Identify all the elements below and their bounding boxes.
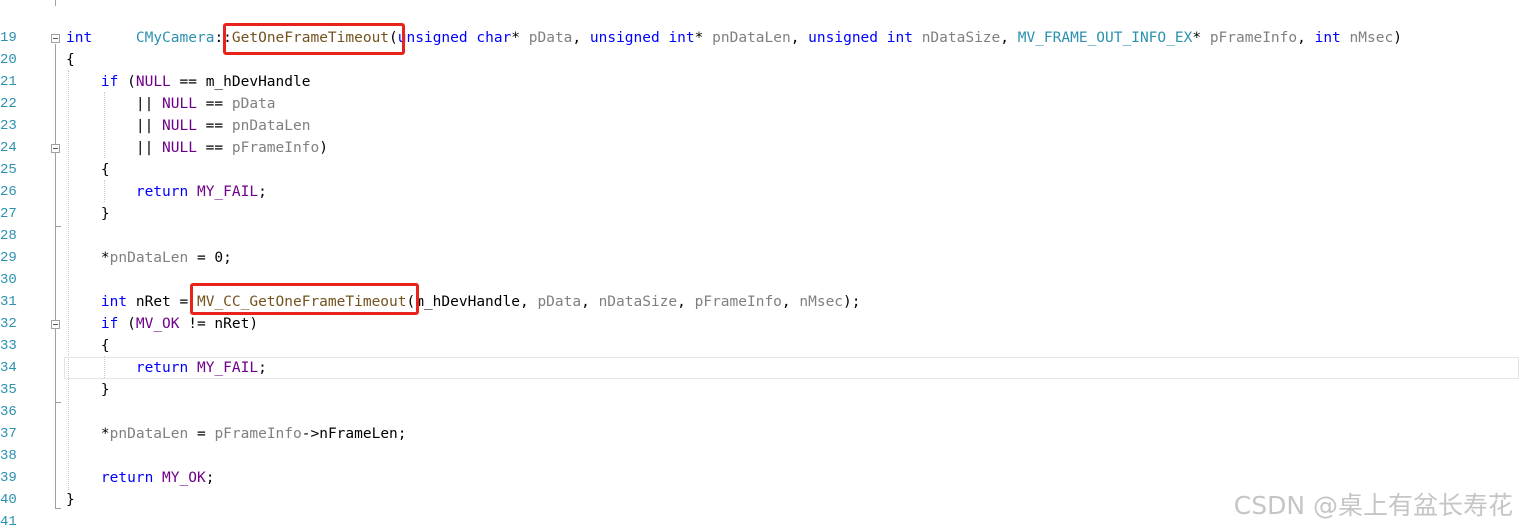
- fold-toggle-icon[interactable]: [51, 144, 60, 153]
- code-line[interactable]: 34 {: [0, 335, 110, 376]
- code-editor[interactable]: 19 20 int CMyCamera::GetOneFrameTimeout(…: [0, 0, 1519, 530]
- code-text: }: [66, 382, 110, 398]
- code-line[interactable]: 42: [0, 511, 35, 530]
- code-line[interactable]: 39: [0, 445, 35, 486]
- code-line[interactable]: 24 || NULL == pnDataLen: [0, 115, 310, 156]
- code-line[interactable]: 40 return MY_OK;: [0, 467, 214, 508]
- code-text: *pnDataLen = 0;: [66, 250, 232, 266]
- annotation-box-sdk-call: [190, 283, 419, 315]
- code-line[interactable]: 33 if (MV_OK != nRet): [0, 313, 258, 354]
- code-line[interactable]: 37: [0, 401, 35, 442]
- code-text: return MY_FAIL;: [135, 360, 267, 376]
- fold-gutter-tick: [55, 226, 61, 227]
- code-line[interactable]: 30 *pnDataLen = 0;: [0, 247, 232, 288]
- code-text: || NULL == pnDataLen: [66, 118, 311, 134]
- code-text: }: [66, 206, 110, 222]
- code-text: {: [66, 162, 110, 178]
- code-line[interactable]: 21 {: [0, 49, 75, 90]
- code-line[interactable]: 35 return MY_FAIL;: [0, 357, 267, 398]
- code-text: {: [66, 338, 110, 354]
- code-text: return MY_OK;: [100, 470, 215, 486]
- code-text: int nRet = MV_CC_GetOneFrameTimeout(m_hD…: [100, 294, 861, 310]
- watermark: CSDN @桌上有盆长寿花: [1233, 491, 1513, 520]
- fold-gutter-line: [55, 44, 56, 509]
- code-line[interactable]: 41 }: [0, 489, 75, 530]
- fold-gutter-tick: [55, 402, 61, 403]
- fold-toggle-icon[interactable]: [51, 34, 60, 43]
- code-text: if (MV_OK != nRet): [100, 316, 259, 332]
- code-text: return MY_FAIL;: [135, 184, 267, 200]
- fold-toggle-icon[interactable]: [51, 320, 60, 329]
- code-line[interactable]: 38 *pnDataLen = pFrameInfo->nFrameLen;: [0, 423, 407, 464]
- code-text: }: [66, 492, 75, 508]
- code-line[interactable]: 36 }: [0, 379, 110, 420]
- fold-gutter-tick: [55, 508, 61, 509]
- code-line[interactable]: 28 }: [0, 203, 110, 244]
- code-line[interactable]: 23 || NULL == pData: [0, 93, 276, 134]
- code-line[interactable]: 26 {: [0, 159, 110, 200]
- current-line-highlight: [64, 357, 1519, 379]
- code-line[interactable]: 29: [0, 225, 35, 266]
- code-line[interactable]: 20 int CMyCamera::GetOneFrameTimeout(uns…: [0, 27, 1402, 68]
- code-line[interactable]: 19: [0, 5, 35, 46]
- fold-gutter-line: [55, 0, 56, 6]
- code-text: || NULL == pFrameInfo): [66, 140, 328, 156]
- code-line[interactable]: 31: [0, 269, 35, 310]
- code-line[interactable]: 22 if (NULL == m_hDevHandle: [0, 71, 310, 112]
- code-text: *pnDataLen = pFrameInfo->nFrameLen;: [66, 426, 407, 442]
- code-text: || NULL == pData: [66, 96, 276, 112]
- code-line[interactable]: 32 int nRet = MV_CC_GetOneFrameTimeout(m…: [0, 291, 861, 332]
- code-text: {: [66, 52, 75, 68]
- code-text: if (NULL == m_hDevHandle: [100, 74, 311, 90]
- annotation-box-method-name: [223, 23, 405, 55]
- code-line[interactable]: 27 return MY_FAIL;: [0, 181, 267, 222]
- code-line[interactable]: 25 || NULL == pFrameInfo): [0, 137, 328, 178]
